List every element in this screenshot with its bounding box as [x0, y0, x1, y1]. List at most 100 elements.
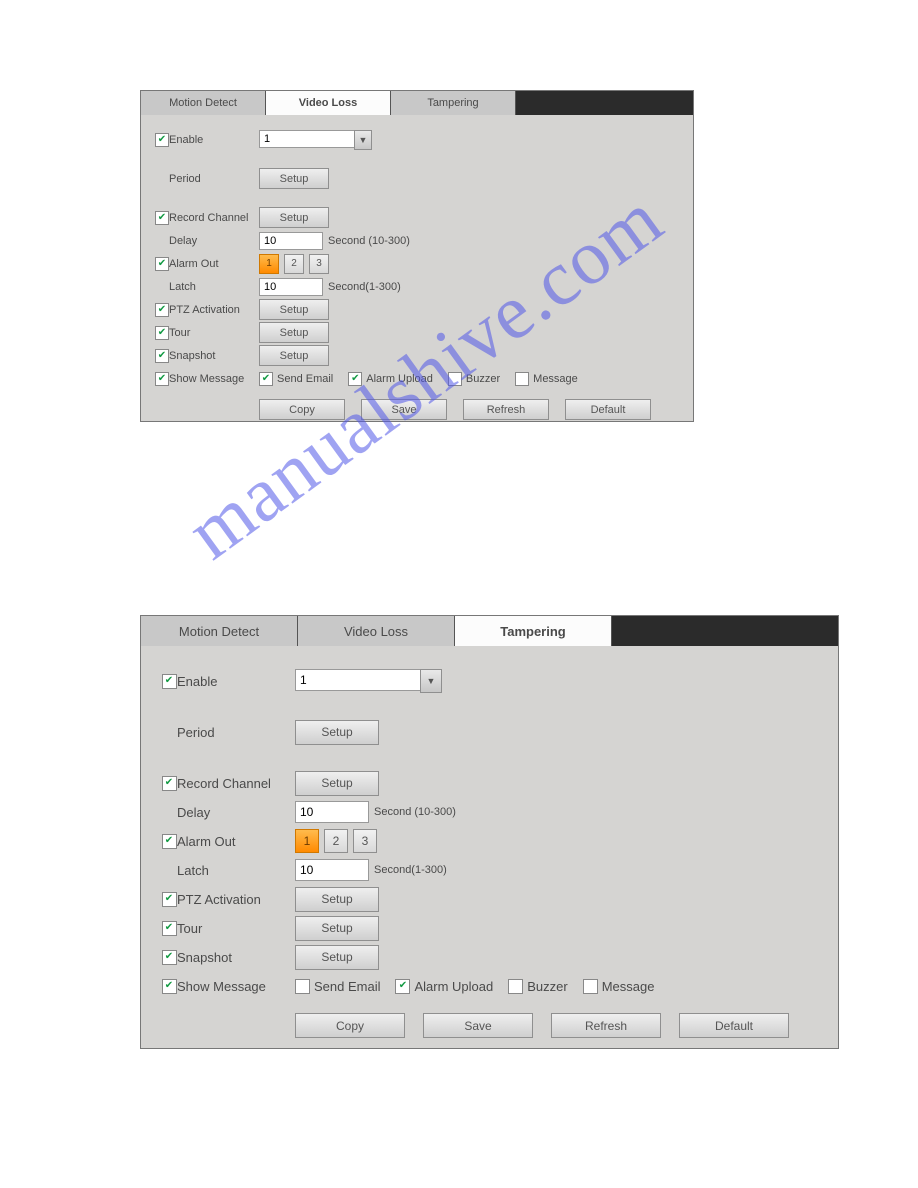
record-channel-setup-button[interactable]: Setup	[259, 207, 329, 228]
period-label: Period	[177, 725, 295, 740]
enable-label: Enable	[169, 134, 259, 146]
latch-label: Latch	[169, 281, 259, 293]
form: Enable ▼ Period Setup Record Channel Se	[141, 115, 693, 430]
record-channel-label: Record Channel	[177, 776, 295, 791]
record-channel-label: Record Channel	[169, 212, 259, 224]
alarm-out-label: Alarm Out	[177, 834, 295, 849]
alarm-out-1-button[interactable]: 1	[295, 829, 319, 853]
enable-checkbox[interactable]	[155, 133, 169, 147]
latch-unit: Second(1-300)	[328, 281, 401, 293]
chevron-down-icon[interactable]: ▼	[420, 669, 442, 693]
ptz-activation-checkbox[interactable]	[155, 303, 169, 317]
default-button[interactable]: Default	[565, 399, 651, 420]
alarm-out-2-button[interactable]: 2	[284, 254, 304, 274]
channel-select[interactable]: ▼	[295, 669, 442, 693]
ptz-setup-button[interactable]: Setup	[259, 299, 329, 320]
latch-label: Latch	[177, 863, 295, 878]
record-channel-setup-button[interactable]: Setup	[295, 771, 379, 796]
tour-setup-button[interactable]: Setup	[295, 916, 379, 941]
copy-button[interactable]: Copy	[295, 1013, 405, 1038]
message-label: Message	[602, 979, 655, 994]
snapshot-label: Snapshot	[169, 350, 259, 362]
ptz-activation-label: PTZ Activation	[169, 304, 259, 316]
save-button[interactable]: Save	[361, 399, 447, 420]
period-setup-button[interactable]: Setup	[295, 720, 379, 745]
record-channel-checkbox[interactable]	[155, 211, 169, 225]
buzzer-checkbox[interactable]	[508, 979, 523, 994]
delay-input[interactable]	[295, 801, 369, 823]
tour-label: Tour	[177, 921, 295, 936]
alarm-upload-checkbox[interactable]	[348, 372, 362, 386]
tab-motion-detect[interactable]: Motion Detect	[141, 91, 266, 115]
alarm-out-3-button[interactable]: 3	[309, 254, 329, 274]
enable-label: Enable	[177, 674, 295, 689]
buzzer-label: Buzzer	[527, 979, 567, 994]
ptz-setup-button[interactable]: Setup	[295, 887, 379, 912]
tab-video-loss[interactable]: Video Loss	[266, 91, 391, 115]
tab-video-loss[interactable]: Video Loss	[298, 616, 455, 646]
ptz-activation-checkbox[interactable]	[162, 892, 177, 907]
video-loss-panel: Motion Detect Video Loss Tampering Enabl…	[140, 90, 694, 422]
tour-checkbox[interactable]	[162, 921, 177, 936]
alarm-upload-checkbox[interactable]	[395, 979, 410, 994]
save-button[interactable]: Save	[423, 1013, 533, 1038]
send-email-label: Send Email	[277, 373, 333, 385]
refresh-button[interactable]: Refresh	[463, 399, 549, 420]
alarm-upload-label: Alarm Upload	[414, 979, 493, 994]
alarm-out-2-button[interactable]: 2	[324, 829, 348, 853]
snapshot-setup-button[interactable]: Setup	[295, 945, 379, 970]
tabbar: Motion Detect Video Loss Tampering	[141, 616, 838, 646]
send-email-checkbox[interactable]	[295, 979, 310, 994]
channel-input[interactable]	[259, 130, 354, 148]
alarm-out-3-button[interactable]: 3	[353, 829, 377, 853]
snapshot-label: Snapshot	[177, 950, 295, 965]
tampering-panel: Motion Detect Video Loss Tampering Enabl…	[140, 615, 839, 1049]
send-email-checkbox[interactable]	[259, 372, 273, 386]
latch-input[interactable]	[259, 278, 323, 296]
enable-checkbox[interactable]	[162, 674, 177, 689]
latch-unit: Second(1-300)	[374, 864, 447, 876]
show-message-checkbox[interactable]	[155, 372, 169, 386]
show-message-label: Show Message	[169, 373, 259, 385]
record-channel-checkbox[interactable]	[162, 776, 177, 791]
tab-tampering[interactable]: Tampering	[391, 91, 516, 115]
channel-input[interactable]	[295, 669, 420, 691]
default-button[interactable]: Default	[679, 1013, 789, 1038]
tabbar: Motion Detect Video Loss Tampering	[141, 91, 693, 115]
buzzer-label: Buzzer	[466, 373, 500, 385]
snapshot-checkbox[interactable]	[162, 950, 177, 965]
form: Enable ▼ Period Setup Record Channel Se	[141, 646, 838, 1052]
latch-input[interactable]	[295, 859, 369, 881]
message-checkbox[interactable]	[515, 372, 529, 386]
copy-button[interactable]: Copy	[259, 399, 345, 420]
alarm-out-1-button[interactable]: 1	[259, 254, 279, 274]
refresh-button[interactable]: Refresh	[551, 1013, 661, 1038]
delay-unit: Second (10-300)	[328, 235, 410, 247]
message-label: Message	[533, 373, 578, 385]
snapshot-checkbox[interactable]	[155, 349, 169, 363]
ptz-activation-label: PTZ Activation	[177, 892, 295, 907]
alarm-out-checkbox[interactable]	[155, 257, 169, 271]
buzzer-checkbox[interactable]	[448, 372, 462, 386]
show-message-label: Show Message	[177, 979, 295, 994]
message-checkbox[interactable]	[583, 979, 598, 994]
period-label: Period	[169, 173, 259, 185]
period-setup-button[interactable]: Setup	[259, 168, 329, 189]
tab-tampering[interactable]: Tampering	[455, 616, 612, 646]
delay-label: Delay	[177, 805, 295, 820]
snapshot-setup-button[interactable]: Setup	[259, 345, 329, 366]
tour-setup-button[interactable]: Setup	[259, 322, 329, 343]
delay-input[interactable]	[259, 232, 323, 250]
channel-select[interactable]: ▼	[259, 130, 372, 150]
alarm-out-label: Alarm Out	[169, 258, 259, 270]
delay-unit: Second (10-300)	[374, 806, 456, 818]
send-email-label: Send Email	[314, 979, 380, 994]
tour-label: Tour	[169, 327, 259, 339]
show-message-checkbox[interactable]	[162, 979, 177, 994]
tour-checkbox[interactable]	[155, 326, 169, 340]
chevron-down-icon[interactable]: ▼	[354, 130, 372, 150]
alarm-upload-label: Alarm Upload	[366, 373, 433, 385]
alarm-out-checkbox[interactable]	[162, 834, 177, 849]
delay-label: Delay	[169, 235, 259, 247]
tab-motion-detect[interactable]: Motion Detect	[141, 616, 298, 646]
